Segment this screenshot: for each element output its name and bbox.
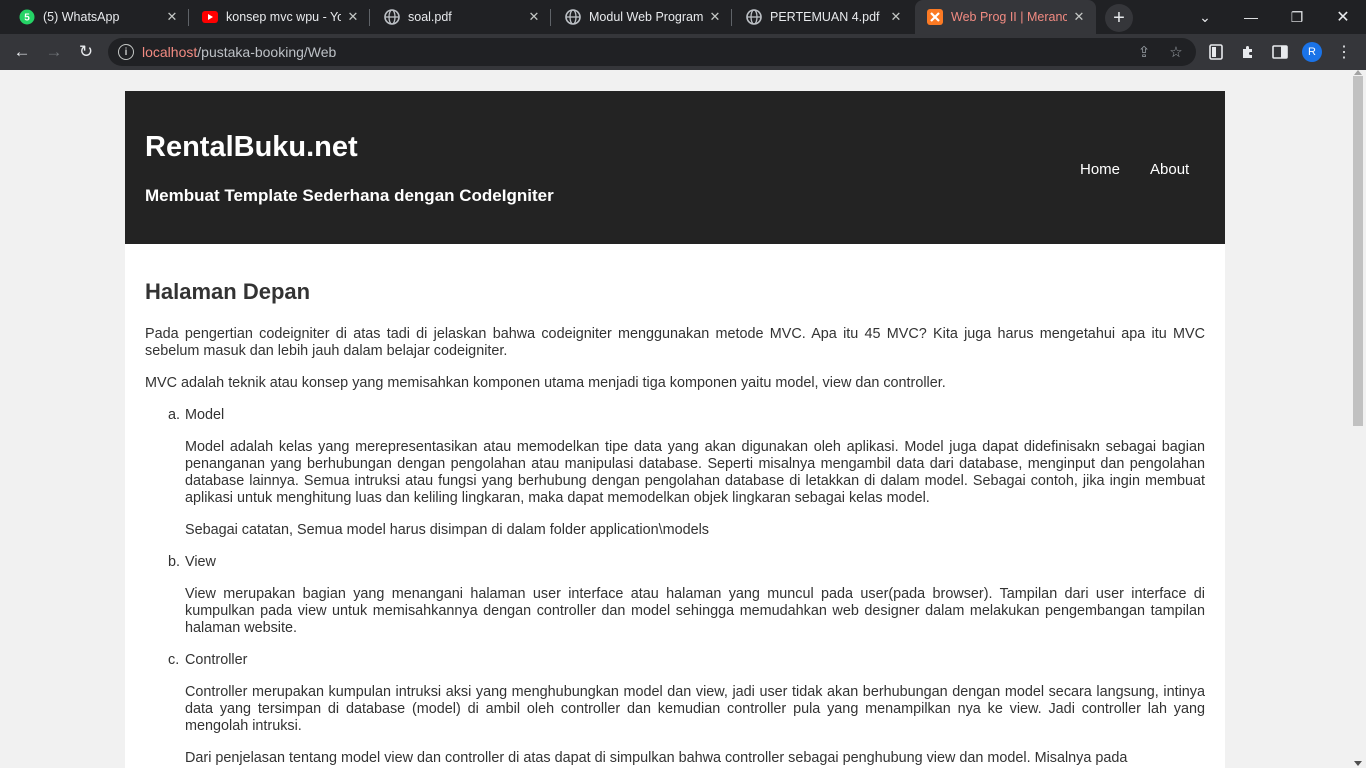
scroll-down-arrow-icon[interactable] [1354,761,1362,766]
globe-icon [384,9,400,25]
tab-pertemuan-pdf[interactable]: PERTEMUAN 4.pdf ✕ [732,0,913,34]
site-tagline: Membuat Template Sederhana dengan CodeIg… [145,186,554,205]
site-info-icon[interactable]: i [118,44,134,60]
list-item-model: a. Model Model adalah kelas yang merepre… [168,407,1205,539]
new-tab-button[interactable]: + [1105,4,1133,32]
address-bar[interactable]: i localhost/pustaka-booking/Web ⇪ ☆ [108,38,1196,66]
xampp-icon [927,9,943,25]
back-button[interactable]: ← [8,38,36,66]
vertical-scrollbar[interactable] [1350,70,1366,768]
youtube-icon [202,9,218,25]
whatsapp-icon: 5 [19,9,35,25]
kebab-menu-icon[interactable]: ⋮ [1334,42,1354,62]
restore-button[interactable]: ❐ [1274,0,1320,34]
document-extension-icon[interactable] [1206,42,1226,62]
list-item-paragraph: Dari penjelasan tentang model view dan c… [185,750,1128,766]
main-content: Halaman Depan Pada pengertian codeignite… [145,279,1205,768]
list-item-paragraph: Sebagai catatan, Semua model harus disim… [185,522,709,538]
close-tab-icon[interactable]: ✕ [1071,9,1087,25]
tab-strip: 5 (5) WhatsApp ✕ konsep mvc wpu - YouTub… [0,0,1366,34]
extensions-puzzle-icon[interactable] [1238,42,1258,62]
mvc-list: a. Model Model adalah kelas yang merepre… [145,407,1205,767]
tab-title: soal.pdf [408,10,452,24]
scrollbar-thumb[interactable] [1353,76,1363,426]
page-viewport: RentalBuku.net Membuat Template Sederhan… [0,70,1350,768]
list-item-title: Controller [185,652,248,668]
bookmark-star-icon[interactable]: ☆ [1166,42,1186,62]
tab-title: Web Prog II | Merancang [951,10,1067,24]
list-item-paragraph: Controller merupakan kumpulan intruksi a… [185,684,1205,734]
close-tab-icon[interactable]: ✕ [707,9,723,25]
site-header: RentalBuku.net Membuat Template Sederhan… [125,91,1225,244]
list-item-paragraph: View merupakan bagian yang menangani hal… [185,586,1205,636]
close-window-button[interactable]: ✕ [1320,0,1366,34]
tab-search-icon[interactable]: ⌄ [1182,0,1228,34]
site-logo[interactable]: RentalBuku.net [145,131,358,164]
list-marker: a. [168,407,181,423]
svg-text:5: 5 [24,13,30,24]
list-item-view: b. View View merupakan bagian yang menan… [168,554,1205,637]
close-tab-icon[interactable]: ✕ [345,9,361,25]
tab-soal-pdf[interactable]: soal.pdf ✕ [370,0,551,34]
forward-button[interactable]: → [40,38,68,66]
url-path: /pustaka-booking/Web [197,44,337,60]
close-tab-icon[interactable]: ✕ [164,9,180,25]
side-panel-icon[interactable] [1270,42,1290,62]
list-item-title: View [185,554,216,570]
scroll-up-arrow-icon[interactable] [1354,70,1362,75]
tab-title: (5) WhatsApp [43,10,120,24]
browser-toolbar: ← → ↻ i localhost/pustaka-booking/Web ⇪ … [0,34,1366,70]
url-text[interactable]: localhost/pustaka-booking/Web [142,44,336,60]
page-container: RentalBuku.net Membuat Template Sederhan… [125,91,1225,768]
profile-avatar[interactable]: R [1302,42,1322,62]
mvc-definition: MVC adalah teknik atau konsep yang memis… [145,375,946,391]
tab-title: Modul Web Programming [589,10,703,24]
nav-home-link[interactable]: Home [1080,161,1120,178]
tab-youtube[interactable]: konsep mvc wpu - YouTube ✕ [189,0,370,34]
list-marker: c. [168,652,180,668]
tab-title: PERTEMUAN 4.pdf [770,10,880,24]
close-tab-icon[interactable]: ✕ [526,9,542,25]
list-item-paragraph: Model adalah kelas yang merepresentasika… [185,439,1205,506]
nav-about-link[interactable]: About [1150,161,1189,178]
minimize-button[interactable]: — [1228,0,1274,34]
share-icon[interactable]: ⇪ [1134,42,1154,62]
close-tab-icon[interactable]: ✕ [888,9,904,25]
tab-web-prog-active[interactable]: Web Prog II | Merancang ✕ [915,0,1096,34]
intro-paragraph: Pada pengertian codeigniter di atas tadi… [145,326,1205,359]
globe-icon [565,9,581,25]
reload-button[interactable]: ↻ [72,38,100,66]
tab-modul-web[interactable]: Modul Web Programming ✕ [551,0,732,34]
list-item-controller: c. Controller Controller merupakan kumpu… [168,652,1205,767]
tab-whatsapp[interactable]: 5 (5) WhatsApp ✕ [0,0,189,34]
page-heading: Halaman Depan [145,279,311,304]
tab-title: konsep mvc wpu - YouTube [226,10,341,24]
list-marker: b. [168,554,181,570]
list-item-title: Model [185,407,225,423]
url-host: localhost [142,44,198,60]
globe-icon [746,9,762,25]
